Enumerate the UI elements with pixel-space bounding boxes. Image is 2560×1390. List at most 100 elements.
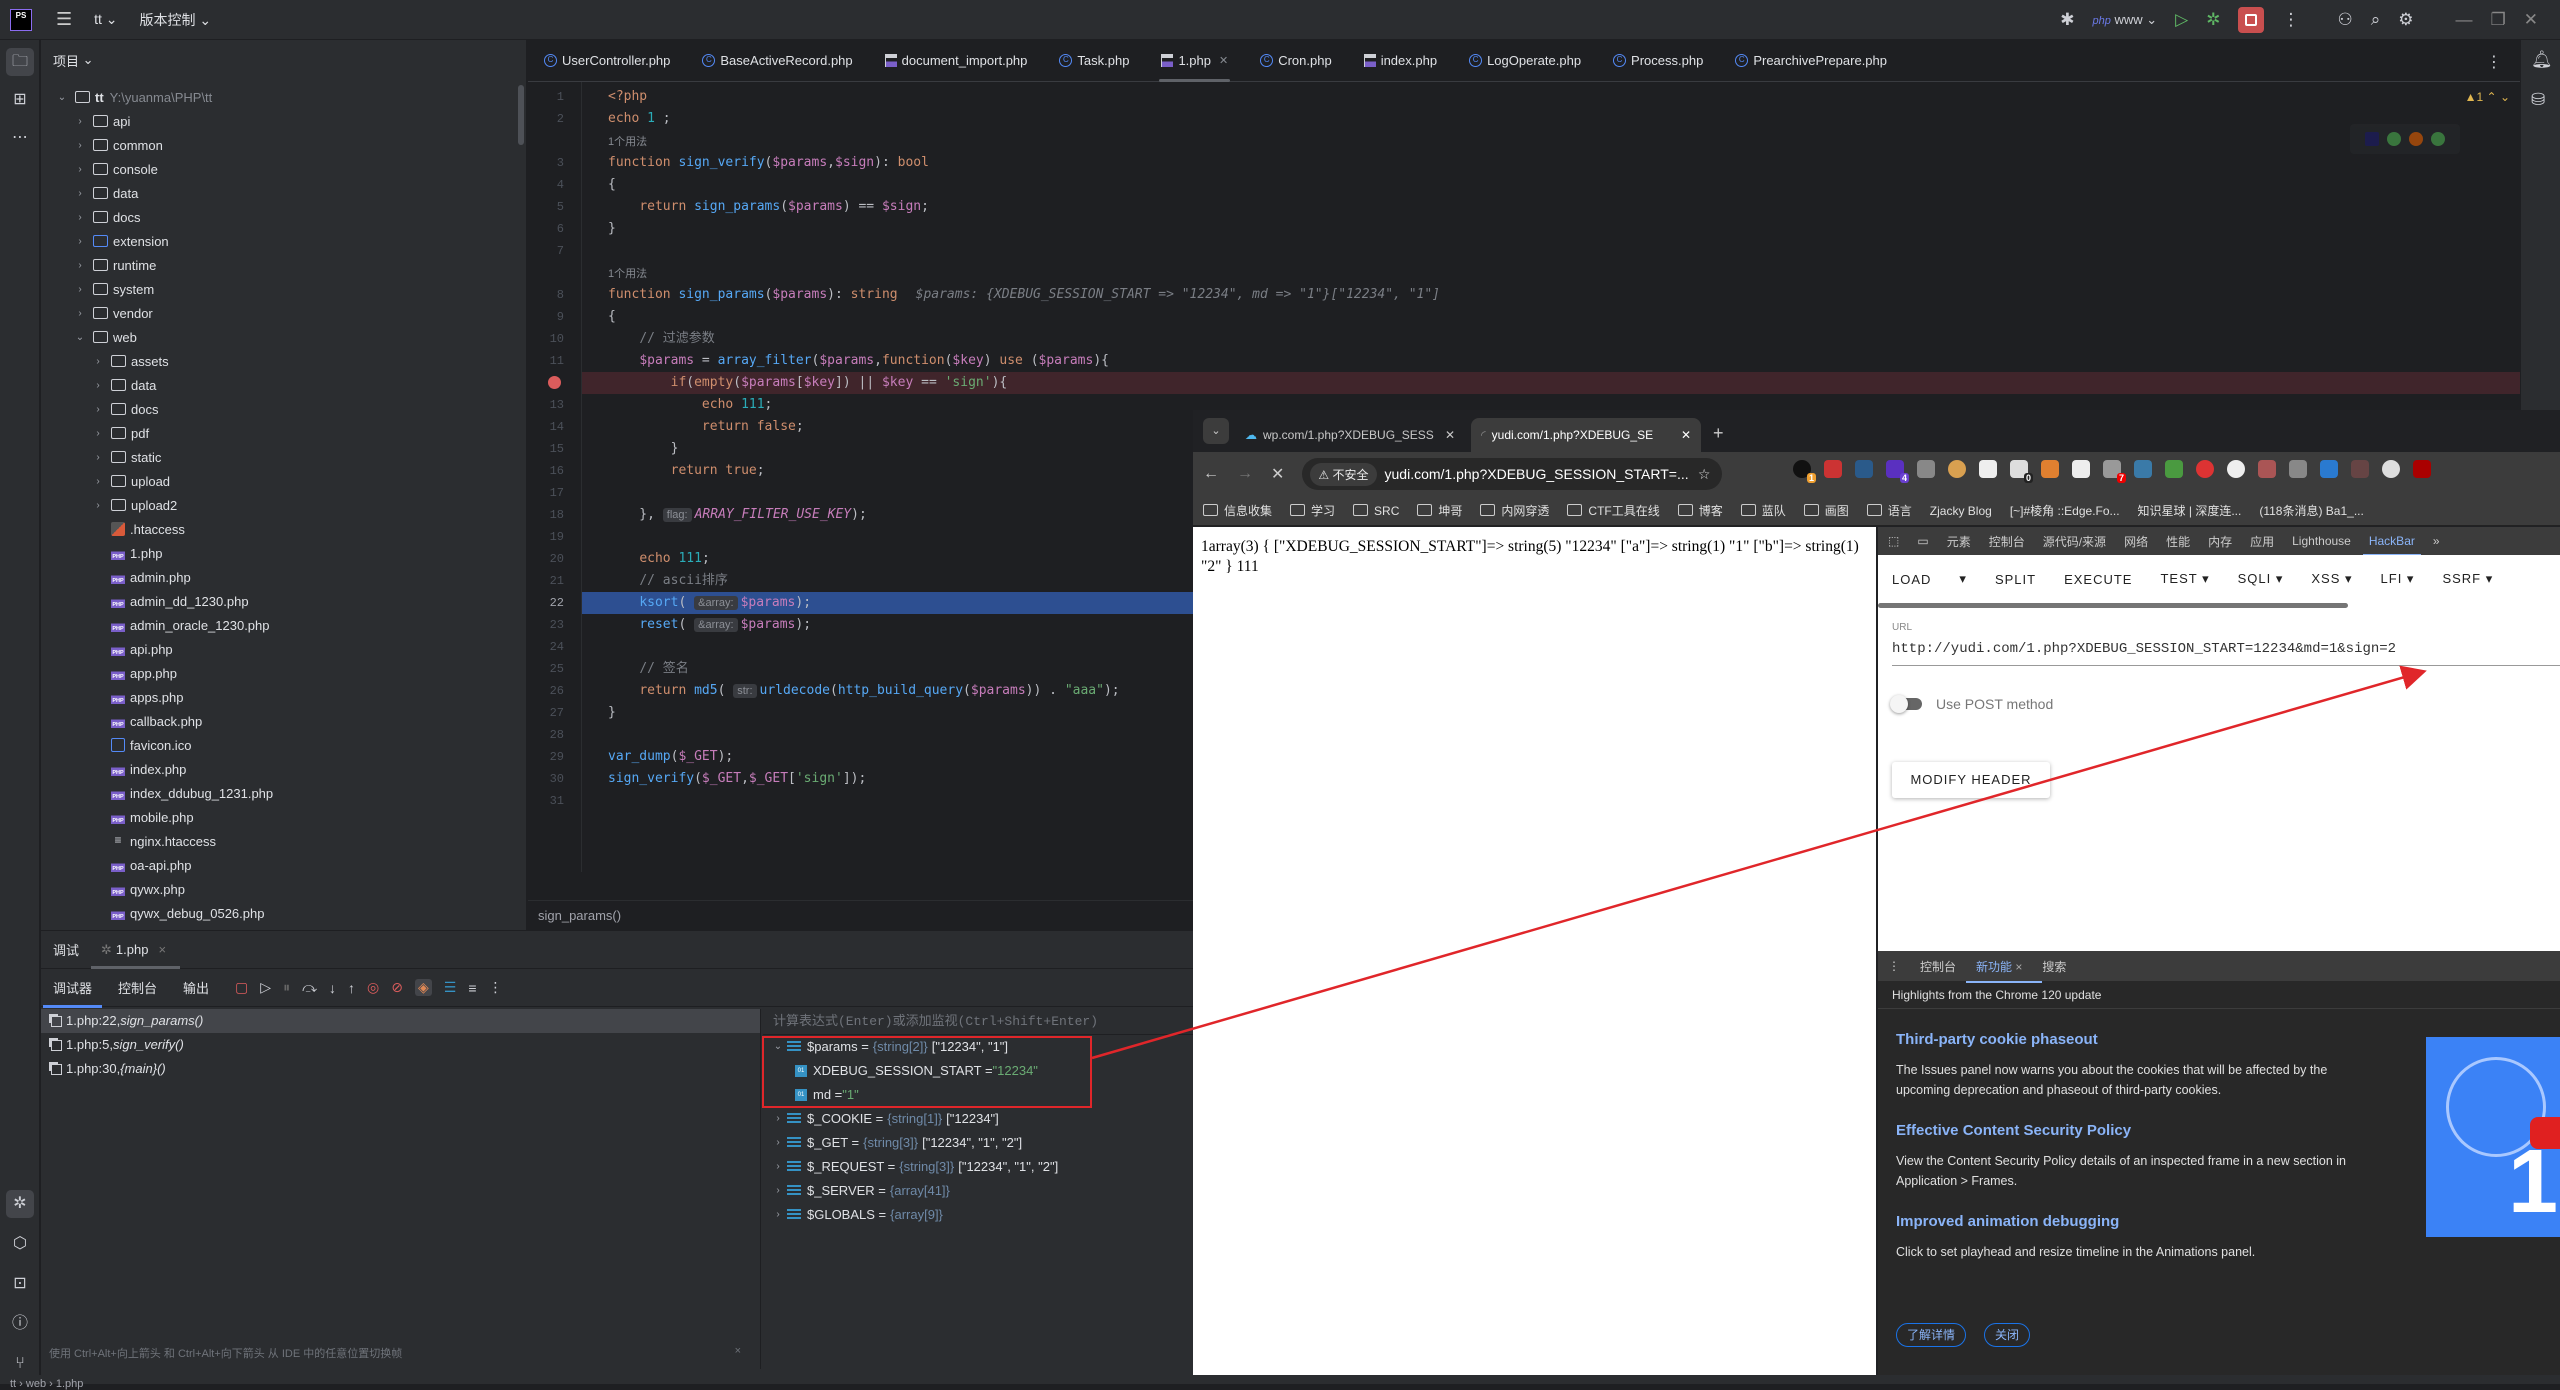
tree-item[interactable]: › docs (73, 205, 140, 229)
line-number[interactable]: 31 (528, 790, 564, 812)
chevron-right-icon[interactable]: › (91, 404, 105, 415)
tab-console[interactable]: 控制台 (118, 978, 157, 997)
evaluate-expression-input[interactable]: 计算表达式(Enter)或添加监视(Ctrl+Shift+Enter) (763, 1009, 1193, 1035)
chevron-right-icon[interactable]: › (73, 308, 87, 319)
line-number[interactable]: 14 (528, 416, 564, 438)
editor-tab[interactable]: C Cron.php (1244, 40, 1347, 82)
extension-icon[interactable] (2258, 460, 2276, 478)
chevron-right-icon[interactable]: › (769, 1107, 787, 1131)
extension-icon[interactable]: 7 (2103, 460, 2126, 483)
code-line[interactable]: function sign_verify($params,$sign): boo… (582, 152, 2520, 174)
structure-tool-icon[interactable]: ⊞ (6, 86, 34, 114)
address-bar[interactable]: ⚠ 不安全 yudi.com/1.php?XDEBUG_SESSION_STAR… (1302, 458, 1723, 490)
more-icon[interactable]: ⋮ (2282, 10, 2299, 30)
git-tool-icon[interactable]: ⑂ (6, 1350, 34, 1378)
debug-tool-icon[interactable]: ✲ (6, 1190, 34, 1218)
maximize-icon[interactable]: ❐ (2491, 10, 2506, 30)
inspect-element-icon[interactable]: ⬚ (1888, 534, 1899, 548)
extension-icon[interactable] (2320, 460, 2338, 478)
tree-item[interactable]: › data (73, 181, 138, 205)
tree-item[interactable]: qywx.php (91, 877, 185, 901)
editor-tab[interactable]: C PrearchivePrepare.php (1719, 40, 1903, 82)
tree-item[interactable]: › common (73, 133, 163, 157)
line-number[interactable]: 5 (528, 196, 564, 218)
toggle-switch[interactable] (1890, 695, 1922, 713)
terminal-tool-icon[interactable]: ⊡ (6, 1270, 34, 1298)
line-number[interactable]: 11 (528, 350, 564, 372)
extension-icon[interactable] (2165, 460, 2183, 478)
main-menu-icon[interactable]: ☰ (56, 9, 72, 30)
hackbar-menu-item[interactable]: SPLIT (1995, 572, 2036, 587)
chevron-right-icon[interactable]: › (73, 140, 87, 151)
step-into-icon[interactable]: ↓ (329, 980, 336, 996)
variable-row[interactable]: › $_COOKIE = {string[1]} ["12234"] (763, 1107, 1193, 1131)
line-number[interactable]: 24 (528, 636, 564, 658)
modify-header-button[interactable]: MODIFY HEADER (1892, 762, 2050, 798)
chevron-right-icon[interactable]: › (91, 356, 105, 367)
tree-item[interactable]: › system (73, 277, 154, 301)
tree-item[interactable]: qywx_debug_0526.php (91, 901, 264, 925)
line-number[interactable]: 25 (528, 658, 564, 680)
hackbar-menu-item[interactable]: SQLI ▾ (2238, 571, 2284, 587)
more-tabs-icon[interactable]: » (2433, 534, 2440, 548)
extension-icon[interactable] (2382, 460, 2400, 478)
tree-item[interactable]: › api (73, 109, 130, 133)
close-tip-icon[interactable]: × (735, 1345, 741, 1357)
tree-item[interactable]: › runtime (73, 253, 156, 277)
chrome-icon-2[interactable] (2431, 132, 2445, 146)
tree-item[interactable]: › upload2 (91, 493, 177, 517)
extension-icon[interactable] (1917, 460, 1935, 478)
tab-search-icon[interactable]: ⌄ (1203, 418, 1229, 444)
line-number[interactable]: 23 (528, 614, 564, 636)
forward-icon[interactable]: → (1237, 465, 1253, 483)
project-switcher[interactable]: tt ⌄ (94, 11, 117, 28)
minimize-icon[interactable]: — (2456, 10, 2473, 30)
breakpoint-line[interactable]: if(empty($params[$key]) || $key == 'sign… (582, 372, 2520, 394)
show-values-icon[interactable]: ☰ (444, 979, 457, 996)
tab-output[interactable]: 输出 (183, 978, 209, 997)
bookmark-item[interactable]: 学习 (1290, 502, 1335, 519)
devtools-tab[interactable]: 性能 (2166, 533, 2190, 550)
editor-tab[interactable]: C LogOperate.php (1453, 40, 1597, 82)
bookmark-item[interactable]: 蓝队 (1741, 502, 1786, 519)
devtools-tab[interactable]: 网络 (2124, 533, 2148, 550)
post-method-toggle[interactable]: Use POST method (1890, 695, 2560, 713)
problems-tool-icon[interactable]: ⓘ (6, 1310, 34, 1338)
tree-item[interactable]: › console (73, 157, 157, 181)
tree-item[interactable]: .htaccess (91, 517, 185, 541)
tree-item[interactable]: oa-api.php (91, 853, 191, 877)
tree-item[interactable]: › assets (91, 349, 168, 373)
chevron-right-icon[interactable]: › (73, 260, 87, 271)
mute-breakpoints-icon[interactable]: ⊘ (391, 979, 403, 996)
view-breakpoints-icon[interactable]: ◎ (367, 979, 379, 996)
extension-icon[interactable] (2413, 460, 2431, 478)
code-line[interactable]: { (582, 174, 2520, 196)
close-session-icon[interactable]: × (158, 942, 166, 957)
line-number[interactable]: 6 (528, 218, 564, 240)
line-number[interactable]: 29 (528, 746, 564, 768)
variable-row[interactable]: › $_SERVER = {array[41]} (763, 1179, 1193, 1203)
tree-item[interactable]: index.php (91, 757, 186, 781)
line-number[interactable]: 3 (528, 152, 564, 174)
tree-item[interactable]: 1.php (91, 541, 163, 565)
close-button[interactable]: 关闭 (1984, 1323, 2031, 1347)
settings-icon[interactable]: ⚙ (2398, 10, 2413, 30)
code-line[interactable]: echo 1 ; (582, 108, 2520, 130)
browser-tab-1[interactable]: ☁ wp.com/1.php?XDEBUG_SESS ✕ (1235, 418, 1465, 452)
tree-item[interactable]: mobile.php (91, 805, 194, 829)
hackbar-scrollbar[interactable] (1878, 603, 2348, 608)
hackbar-menu-item[interactable]: LFI ▾ (2381, 571, 2415, 587)
run-config-selector[interactable]: php www ⌄ (2092, 12, 2157, 28)
line-number[interactable]: 26 (528, 680, 564, 702)
extension-icon[interactable] (2072, 460, 2090, 478)
close-tab-icon[interactable]: ✕ (1681, 428, 1691, 442)
line-number[interactable]: 9 (528, 306, 564, 328)
services-tool-icon[interactable]: ⬡ (6, 1230, 34, 1258)
chevron-right-icon[interactable]: › (91, 500, 105, 511)
warning-indicator[interactable]: ▲1 ⌃ ⌄ (2465, 90, 2510, 104)
devtools-tab[interactable]: 元素 (1947, 533, 1971, 550)
chevron-right-icon[interactable]: › (91, 428, 105, 439)
drawer-tab-console[interactable]: 控制台 (1920, 958, 1956, 975)
line-number[interactable]: 20 (528, 548, 564, 570)
add-watch-icon[interactable]: ≡ (468, 980, 476, 996)
